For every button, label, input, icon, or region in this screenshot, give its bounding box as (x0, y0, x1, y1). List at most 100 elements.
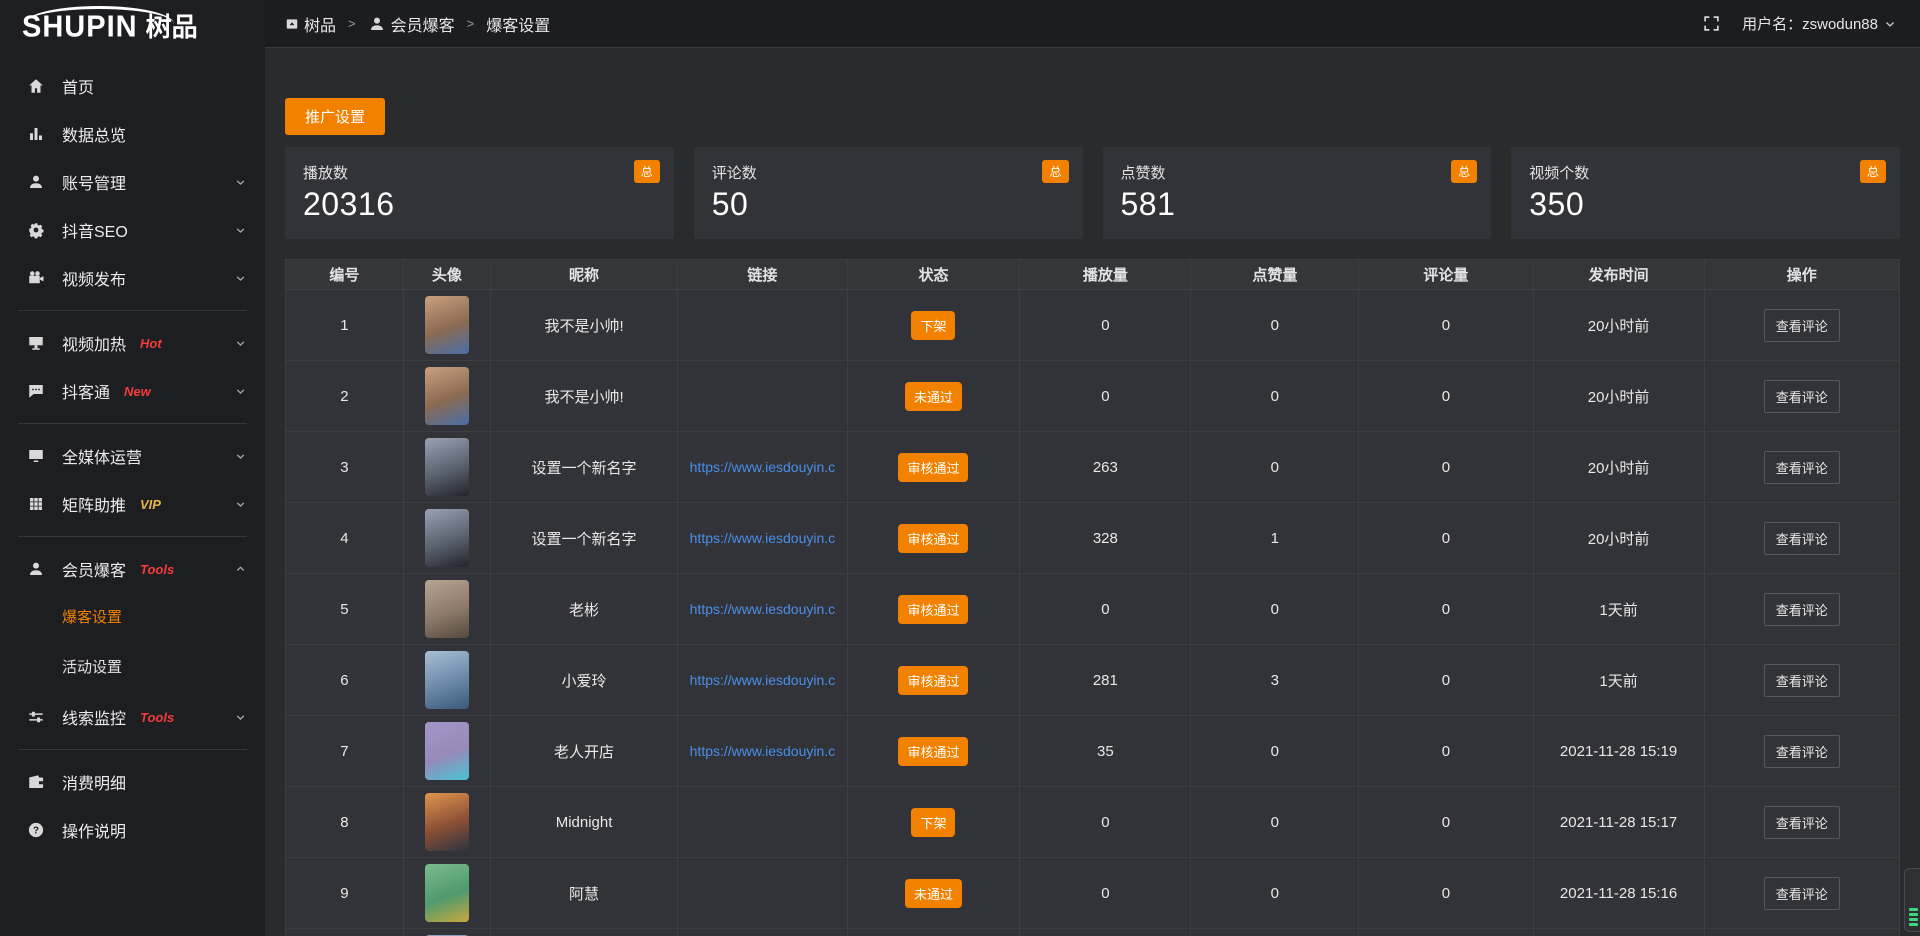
breadcrumb-item-1[interactable]: 会员爆客 (368, 12, 455, 36)
sidebar-item-label: 消费明细 (62, 770, 126, 794)
sidebar-item-bar-chart-1[interactable]: 数据总览 (0, 110, 265, 158)
sidebar-item-grid-10[interactable]: 矩阵助推VIP (0, 480, 265, 528)
total-badge: 总 (634, 160, 660, 183)
sidebar-item-wallet-15[interactable]: 消费明细 (0, 758, 265, 806)
status-badge[interactable]: 审核通过 (898, 524, 968, 553)
sidebar-item-screen-9[interactable]: 全媒体运营 (0, 432, 265, 480)
cell-link (678, 290, 847, 361)
status-badge[interactable]: 审核通过 (898, 666, 968, 695)
status-badge[interactable]: 审核通过 (898, 737, 968, 766)
sidebar-item-tag: Tools (140, 562, 174, 577)
cell-nickname: 老彬 (490, 574, 677, 645)
evening-sky-photo (425, 509, 469, 567)
topbar: 树品>会员爆客>爆客设置 用户名：zswodun88 (265, 0, 1920, 48)
sidebar-item-monitor-6[interactable]: 视频加热Hot (0, 319, 265, 367)
cell-link: https://www.iesdouyin.c (678, 716, 847, 787)
fullscreen-icon[interactable] (1703, 15, 1720, 32)
video-link[interactable]: https://www.iesdouyin.c (690, 672, 836, 688)
cell-plays: 0 (1020, 290, 1191, 361)
breadcrumb-label: 爆客设置 (486, 12, 550, 36)
breadcrumb-separator: > (348, 16, 356, 31)
column-header-0: 编号 (286, 260, 404, 290)
sidebar-item-label: 抖音SEO (62, 218, 128, 242)
breadcrumb-label: 会员爆客 (391, 12, 455, 36)
sidebar-item-tag: Hot (140, 336, 162, 351)
sidebar-subitem-0[interactable]: 爆客设置 (0, 593, 265, 643)
video-link[interactable]: https://www.iesdouyin.c (690, 459, 836, 475)
cell-nickname: 设置一个新名字 (490, 432, 677, 503)
cell-avatar (403, 787, 490, 858)
cell-status: 审核通过 (847, 432, 1020, 503)
sidebar-item-member-12[interactable]: 会员爆客Tools (0, 545, 265, 593)
app-logo: SHUPIN 树品 (0, 0, 265, 48)
view-comments-button[interactable]: 查看评论 (1764, 522, 1840, 555)
sidebar-item-label: 账号管理 (62, 170, 126, 194)
status-badge[interactable]: 审核通过 (898, 453, 968, 482)
view-comments-button[interactable]: 查看评论 (1764, 593, 1840, 626)
cell-id: 8 (286, 787, 404, 858)
sidebar-item-user-2[interactable]: 账号管理 (0, 158, 265, 206)
video-link[interactable]: https://www.iesdouyin.c (690, 530, 836, 546)
view-comments-button[interactable]: 查看评论 (1764, 664, 1840, 697)
cell-plays: 263 (1020, 432, 1191, 503)
cell-status: 下架 (847, 787, 1020, 858)
cell-plays: 0 (1020, 858, 1191, 929)
sidebar-item-sliders-13[interactable]: 线索监控Tools (0, 693, 265, 741)
sidebar-item-tag: Tools (140, 710, 174, 725)
cell-comments (1359, 929, 1533, 936)
table-row: 9阿慧未通过0002021-11-28 15:16查看评论 (286, 858, 1900, 929)
sidebar-item-chat-bubble-7[interactable]: 抖客通New (0, 367, 265, 415)
app-root: SHUPIN 树品 首页数据总览账号管理抖音SEO 视频发布视频加热Hot抖客通N… (0, 0, 1920, 936)
view-comments-button[interactable]: 查看评论 (1764, 806, 1840, 839)
sidebar-item-video-camera-4[interactable]: 视频发布 (0, 254, 265, 302)
sidebar-item-help-16[interactable]: ?操作说明 (0, 806, 265, 854)
cell-nickname: 老人开店 (490, 716, 677, 787)
cell-nickname: 设置一个新名字 (490, 503, 677, 574)
promotion-settings-button[interactable]: 推广设置 (285, 98, 385, 135)
cell-status: 下架 (847, 290, 1020, 361)
cartoon-character-avatar (425, 722, 469, 780)
cell-plays: 0 (1020, 787, 1191, 858)
cell-avatar (403, 503, 490, 574)
video-link[interactable]: https://www.iesdouyin.c (690, 601, 836, 617)
sidebar-item-label: 首页 (62, 74, 94, 98)
view-comments-button[interactable]: 查看评论 (1764, 451, 1840, 484)
chevron-down-icon (234, 337, 247, 350)
cell-actions (1704, 929, 1899, 936)
floating-widget[interactable] (1904, 868, 1920, 932)
topbar-right: 用户名：zswodun88 (1703, 13, 1896, 34)
stat-value: 50 (712, 186, 1065, 223)
cell-nickname: 小爱玲 (490, 645, 677, 716)
view-comments-button[interactable]: 查看评论 (1764, 735, 1840, 768)
sidebar-item-label: 抖客通 (62, 379, 110, 403)
status-badge[interactable]: 审核通过 (898, 595, 968, 624)
sidebar-item-home-0[interactable]: 首页 (0, 62, 265, 110)
accounts-table: 编号头像昵称链接状态播放量点赞量评论量发布时间操作 1我不是小帅!下架00020… (285, 259, 1900, 936)
sidebar-item-gear-3[interactable]: 抖音SEO (0, 206, 265, 254)
cell-comments: 0 (1359, 574, 1533, 645)
cell-nickname: 我不是小帅! (490, 290, 677, 361)
cell-published: 2021-11-28 15:17 (1533, 787, 1704, 858)
sidebar-subitem-1[interactable]: 活动设置 (0, 643, 265, 693)
view-comments-button[interactable]: 查看评论 (1764, 380, 1840, 413)
status-badge[interactable]: 下架 (911, 808, 955, 837)
cell-published: 20小时前 (1533, 290, 1704, 361)
cell-nickname: 我不是小帅! (490, 361, 677, 432)
cell-nickname (490, 929, 677, 936)
cell-avatar (403, 645, 490, 716)
view-comments-button[interactable]: 查看评论 (1764, 309, 1840, 342)
chevron-down-icon (234, 176, 247, 189)
total-badge: 总 (1451, 160, 1477, 183)
status-badge[interactable]: 下架 (911, 311, 955, 340)
cell-id: 6 (286, 645, 404, 716)
total-badge: 总 (1860, 160, 1886, 183)
status-badge[interactable]: 未通过 (905, 879, 962, 908)
user-menu[interactable]: 用户名：zswodun88 (1742, 13, 1896, 34)
cell-id: 7 (286, 716, 404, 787)
video-link[interactable]: https://www.iesdouyin.c (690, 743, 836, 759)
view-comments-button[interactable]: 查看评论 (1764, 877, 1840, 910)
bar-chart-icon (26, 124, 46, 144)
status-badge[interactable]: 未通过 (905, 382, 962, 411)
breadcrumb-item-0[interactable]: 树品 (285, 12, 336, 36)
sidebar-item-label: 数据总览 (62, 122, 126, 146)
